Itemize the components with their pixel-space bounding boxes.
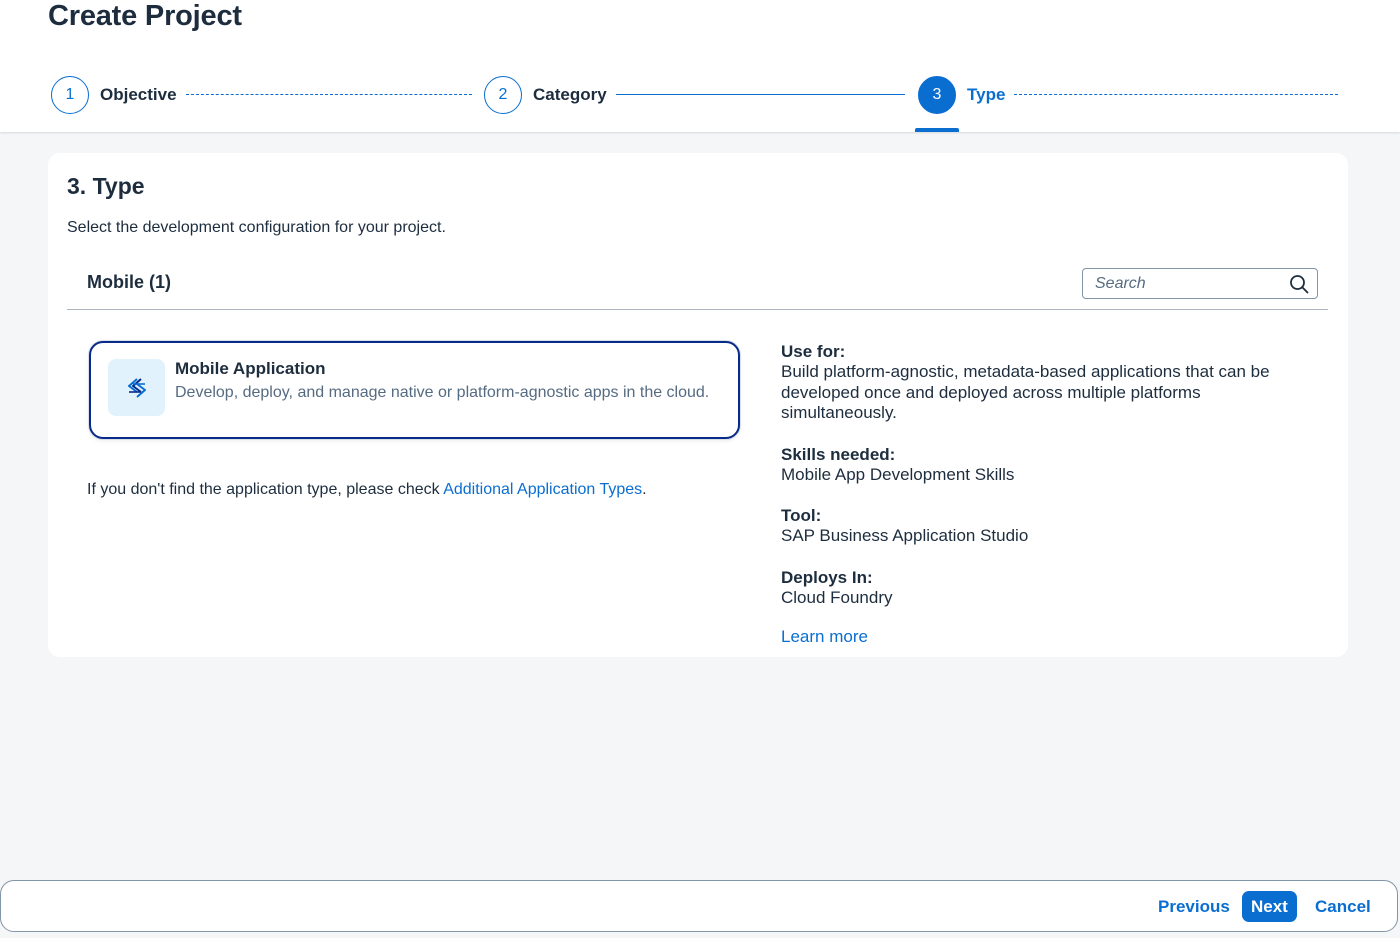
use-for-value: Build platform-agnostic, metadata-based … bbox=[781, 362, 1270, 422]
step-number: 1 bbox=[51, 76, 89, 114]
group-title: Mobile (1) bbox=[87, 272, 171, 292]
tile-title: Mobile Application bbox=[175, 359, 326, 378]
deploys-in-value: Cloud Foundry bbox=[781, 587, 893, 607]
tool-label: Tool: bbox=[781, 506, 822, 525]
next-button[interactable]: Next bbox=[1242, 891, 1297, 922]
hint-text: If you don't find the application type, … bbox=[87, 481, 444, 498]
additional-types-hint: If you don't find the application type, … bbox=[87, 481, 647, 499]
step-objective[interactable]: 1 Objective bbox=[51, 76, 177, 114]
search-field bbox=[1082, 268, 1318, 299]
page-title: Create Project bbox=[48, 0, 242, 32]
step-connector bbox=[1014, 94, 1338, 95]
hint-suffix: . bbox=[642, 481, 647, 498]
cancel-button[interactable]: Cancel bbox=[1306, 891, 1380, 922]
search-icon[interactable] bbox=[1289, 274, 1309, 294]
step-number: 2 bbox=[484, 76, 522, 114]
learn-more-link[interactable]: Learn more bbox=[781, 627, 868, 647]
divider bbox=[67, 309, 1328, 310]
step-label: Type bbox=[967, 85, 1006, 104]
previous-button[interactable]: Previous bbox=[1149, 891, 1239, 922]
skills-label: Skills needed: bbox=[781, 444, 896, 464]
step-category[interactable]: 2 Category bbox=[484, 76, 607, 114]
header: Create Project 1 Objective 2 Category 3 … bbox=[0, 0, 1400, 132]
step-label: Objective bbox=[100, 85, 177, 104]
tool-value: SAP Business Application Studio bbox=[781, 526, 1029, 545]
additional-application-types-link[interactable]: Additional Application Types bbox=[443, 481, 642, 498]
step-connector bbox=[186, 94, 472, 95]
skills-value: Mobile App Development Skills bbox=[781, 464, 1015, 484]
section-description: Select the development configuration for… bbox=[67, 219, 446, 236]
step-connector bbox=[616, 94, 905, 95]
use-for-label: Use for: bbox=[781, 342, 846, 361]
mobile-app-icon bbox=[108, 359, 165, 416]
footer-toolbar: Previous Next Cancel bbox=[0, 880, 1398, 932]
tile-description: Develop, deploy, and manage native or pl… bbox=[175, 384, 710, 401]
deploys-in-label: Deploys In: bbox=[781, 567, 873, 587]
step-number: 3 bbox=[918, 76, 956, 114]
search-input[interactable] bbox=[1083, 269, 1283, 298]
active-step-indicator bbox=[915, 128, 959, 132]
mobile-application-tile[interactable]: Mobile Application Develop, deploy, and … bbox=[89, 341, 740, 439]
type-section-card: 3. Type Select the development configura… bbox=[48, 153, 1348, 657]
step-type[interactable]: 3 Type bbox=[918, 76, 1005, 114]
step-label: Category bbox=[533, 85, 607, 104]
section-title: 3. Type bbox=[67, 173, 145, 199]
type-details: Use for: Build platform-agnostic, metada… bbox=[781, 342, 1281, 647]
